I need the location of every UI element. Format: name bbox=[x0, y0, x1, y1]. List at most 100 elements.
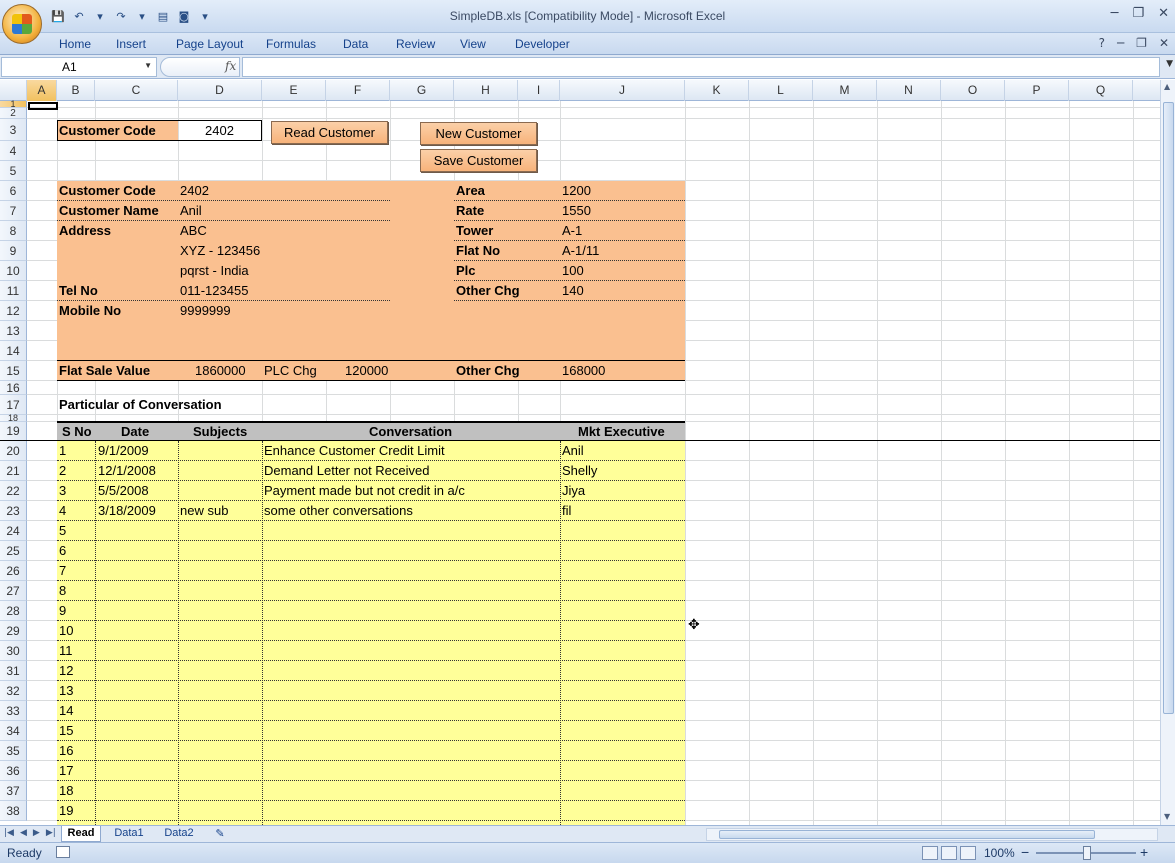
cell-sno[interactable]: 16 bbox=[59, 743, 73, 758]
cell-sno[interactable]: 17 bbox=[59, 763, 73, 778]
cell-sno[interactable]: 6 bbox=[59, 543, 66, 558]
cell-sno[interactable]: 11 bbox=[59, 643, 73, 658]
vertical-scrollbar[interactable]: ▲ ▼ bbox=[1160, 80, 1175, 825]
row-header[interactable]: 24 bbox=[0, 521, 27, 541]
cell-conversation[interactable]: Payment made but not credit in a/c bbox=[264, 483, 465, 498]
row-header[interactable]: 21 bbox=[0, 461, 27, 481]
read-customer-button[interactable]: Read Customer bbox=[271, 121, 388, 144]
macro-record-icon[interactable] bbox=[56, 846, 70, 858]
page-break-view-icon[interactable] bbox=[960, 846, 976, 860]
cell-conversation[interactable]: Enhance Customer Credit Limit bbox=[264, 443, 445, 458]
prev-sheet-icon[interactable]: ◀ bbox=[20, 828, 27, 838]
active-cell-a1[interactable] bbox=[28, 102, 58, 110]
row-header[interactable]: 36 bbox=[0, 761, 27, 781]
row-header[interactable]: 29 bbox=[0, 621, 27, 641]
detail-value[interactable]: 140 bbox=[562, 283, 584, 298]
horizontal-scroll-thumb[interactable] bbox=[719, 830, 1095, 839]
name-box[interactable]: A1 ▼ bbox=[1, 57, 157, 77]
insert-sheet-icon[interactable]: ✎ bbox=[208, 826, 232, 842]
sheet-tab-data1[interactable]: Data1 bbox=[108, 826, 150, 842]
column-header-g[interactable]: G bbox=[390, 80, 454, 101]
column-header-h[interactable]: H bbox=[454, 80, 518, 101]
row-header[interactable]: 28 bbox=[0, 601, 27, 621]
save-customer-button[interactable]: Save Customer bbox=[420, 149, 537, 172]
cell-subject[interactable]: new sub bbox=[180, 503, 228, 518]
cell-sno[interactable]: 18 bbox=[59, 783, 73, 798]
new-customer-button[interactable]: New Customer bbox=[420, 122, 537, 145]
zoom-out-icon[interactable]: − bbox=[1021, 844, 1029, 860]
row-header[interactable]: 1 bbox=[0, 100, 27, 109]
row-header[interactable]: 2 bbox=[0, 108, 27, 119]
detail-value[interactable]: ABC bbox=[180, 223, 207, 238]
column-header-b[interactable]: B bbox=[57, 80, 95, 101]
minimize-icon[interactable]: ─ bbox=[1111, 6, 1119, 21]
column-header-n[interactable]: N bbox=[877, 80, 941, 101]
row-header[interactable]: 6 bbox=[0, 181, 27, 201]
row-header[interactable]: 8 bbox=[0, 221, 27, 241]
tab-view[interactable]: View bbox=[460, 37, 486, 51]
row-header[interactable]: 17 bbox=[0, 395, 27, 415]
row-header[interactable]: 37 bbox=[0, 781, 27, 801]
cell-executive[interactable]: Jiya bbox=[562, 483, 585, 498]
detail-value[interactable]: 9999999 bbox=[180, 303, 231, 318]
cell-date[interactable]: 5/5/2008 bbox=[98, 483, 149, 498]
detail-value[interactable]: 100 bbox=[562, 263, 584, 278]
row-header[interactable]: 33 bbox=[0, 701, 27, 721]
sheet-tab-read[interactable]: Read bbox=[61, 826, 101, 842]
tab-developer[interactable]: Developer bbox=[515, 37, 570, 51]
detail-value[interactable]: XYZ - 123456 bbox=[180, 243, 260, 258]
zoom-slider-thumb[interactable] bbox=[1083, 846, 1091, 860]
row-header[interactable]: 16 bbox=[0, 381, 27, 395]
zoom-in-icon[interactable]: + bbox=[1140, 844, 1148, 860]
row-header[interactable]: 34 bbox=[0, 721, 27, 741]
row-header[interactable]: 35 bbox=[0, 741, 27, 761]
detail-value[interactable]: A-1 bbox=[562, 223, 582, 238]
column-header-o[interactable]: O bbox=[941, 80, 1005, 101]
workbook-restore-icon[interactable]: ❐ bbox=[1136, 36, 1147, 50]
horizontal-scrollbar[interactable] bbox=[706, 828, 1158, 841]
restore-icon[interactable]: ❐ bbox=[1132, 6, 1144, 21]
cell-conversation[interactable]: some other conversations bbox=[264, 503, 413, 518]
column-header-f[interactable]: F bbox=[326, 80, 390, 101]
row-header[interactable]: 15 bbox=[0, 361, 27, 381]
cell-sno[interactable]: 15 bbox=[59, 723, 73, 738]
column-header-j[interactable]: J bbox=[560, 80, 685, 101]
tab-formulas[interactable]: Formulas bbox=[266, 37, 316, 51]
help-icon[interactable]: ? bbox=[1099, 36, 1105, 50]
column-header-l[interactable]: L bbox=[749, 80, 813, 101]
detail-value[interactable]: Anil bbox=[180, 203, 202, 218]
sheet-tab-data2[interactable]: Data2 bbox=[158, 826, 200, 842]
cell-conversation[interactable]: Demand Letter not Received bbox=[264, 463, 429, 478]
cell-sno[interactable]: 19 bbox=[59, 803, 73, 818]
cell-date[interactable]: 3/18/2009 bbox=[98, 503, 156, 518]
cell-sno[interactable]: 5 bbox=[59, 523, 66, 538]
detail-value[interactable]: 2402 bbox=[180, 183, 209, 198]
close-icon[interactable]: ✕ bbox=[1158, 6, 1169, 21]
row-header[interactable]: 38 bbox=[0, 801, 27, 821]
cell-sno[interactable]: 8 bbox=[59, 583, 66, 598]
cell-sno[interactable]: 3 bbox=[59, 483, 66, 498]
cell-sno[interactable]: 1 bbox=[59, 443, 66, 458]
cell-sno[interactable]: 4 bbox=[59, 503, 66, 518]
row-header[interactable]: 10 bbox=[0, 261, 27, 281]
row-header[interactable]: 26 bbox=[0, 561, 27, 581]
cell-date[interactable]: 9/1/2009 bbox=[98, 443, 149, 458]
row-header[interactable]: 27 bbox=[0, 581, 27, 601]
row-header[interactable]: 30 bbox=[0, 641, 27, 661]
cell-sno[interactable]: 14 bbox=[59, 703, 73, 718]
row-header[interactable]: 32 bbox=[0, 681, 27, 701]
column-header-a[interactable]: A bbox=[27, 80, 57, 101]
row-header[interactable]: 11 bbox=[0, 281, 27, 301]
row-header[interactable]: 18 bbox=[0, 414, 27, 423]
row-header[interactable]: 25 bbox=[0, 541, 27, 561]
column-header-c[interactable]: C bbox=[95, 80, 178, 101]
select-all-corner[interactable] bbox=[0, 80, 27, 101]
next-sheet-icon[interactable]: ▶ bbox=[33, 828, 40, 838]
cell-sno[interactable]: 2 bbox=[59, 463, 66, 478]
column-header-d[interactable]: D bbox=[178, 80, 262, 101]
column-header-p[interactable]: P bbox=[1005, 80, 1069, 101]
expand-formula-bar-icon[interactable]: ▼ bbox=[1166, 59, 1173, 69]
cell-sno[interactable]: 13 bbox=[59, 683, 73, 698]
column-header-i[interactable]: I bbox=[518, 80, 560, 101]
workbook-close-icon[interactable]: ✕ bbox=[1159, 36, 1169, 50]
